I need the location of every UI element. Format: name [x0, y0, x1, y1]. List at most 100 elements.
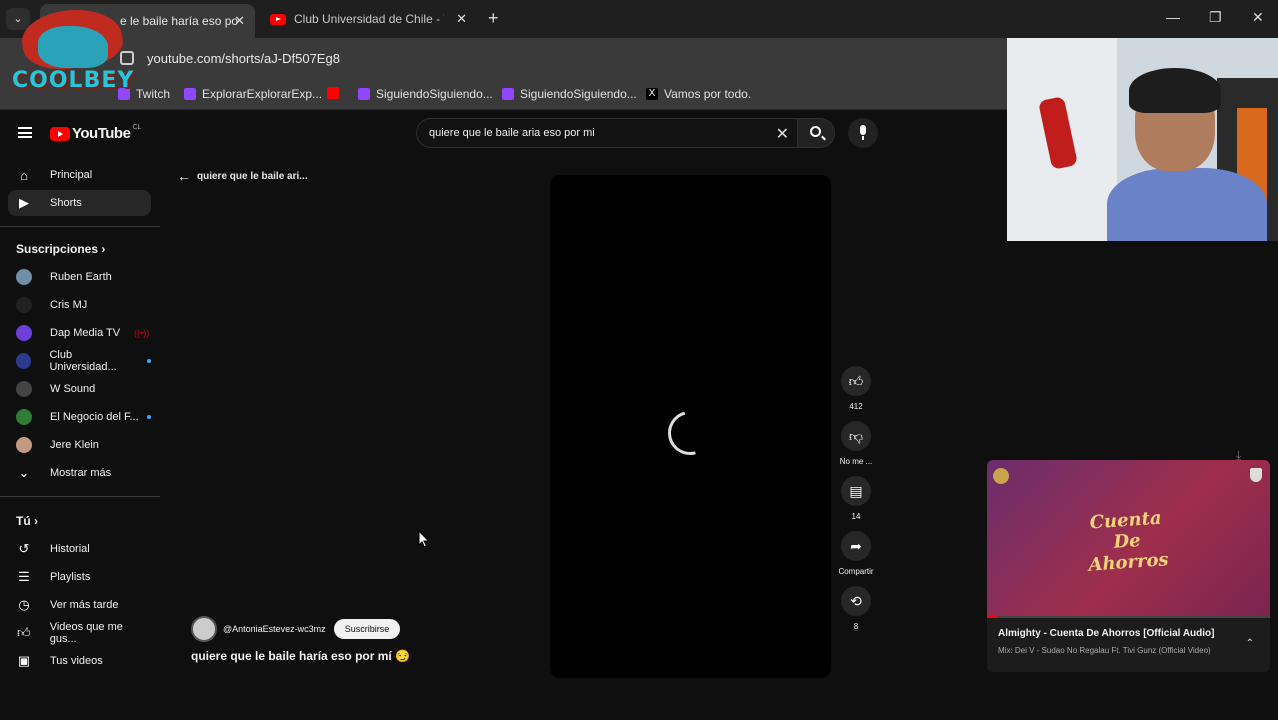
sidebar-item-cris-mj[interactable]: Cris MJ: [8, 292, 151, 318]
bookmark-youtube[interactable]: [327, 87, 345, 99]
comment-icon: ▤: [849, 482, 863, 499]
tab-club-universidad[interactable]: Club Universidad de Chile - You ✕: [262, 4, 477, 34]
url-field[interactable]: youtube.com/shorts/aJ-Df507Eg8: [147, 51, 340, 66]
back-to-search-link[interactable]: ← quiere que le baile ari...: [177, 168, 308, 184]
sidebar-item-jere-klein[interactable]: Jere Klein: [8, 432, 151, 458]
youtube-icon: [270, 13, 286, 25]
close-tab-icon[interactable]: ✕: [234, 13, 245, 29]
sidebar-item-label: Videos que me gus...: [49, 621, 123, 645]
youtube-logo[interactable]: YouTube CL: [50, 124, 142, 142]
menu-icon[interactable]: [18, 127, 32, 138]
comments-button[interactable]: ▤: [841, 476, 871, 506]
share-label: Compartir: [838, 567, 874, 576]
you-heading[interactable]: Tú ›: [16, 514, 38, 528]
sidebar-item-label: Club Universidad...: [49, 349, 117, 373]
subscriptions-heading[interactable]: Suscripciones ›: [16, 242, 105, 256]
search-button[interactable]: [797, 118, 835, 148]
remix-icon: ⟲: [850, 592, 862, 609]
sidebar-item-label: Historial: [50, 543, 90, 555]
search-query: quiere que le baile aria eso por mi: [429, 127, 595, 139]
sidebar-item-ver-mas-tarde[interactable]: ◷ Ver más tarde: [8, 592, 151, 618]
music-mini-player[interactable]: Cuenta De Ahorros Almighty - Cuenta De A…: [987, 460, 1270, 672]
close-window-icon[interactable]: ✕: [1252, 9, 1264, 26]
sidebar-item-historial[interactable]: ↺ Historial: [8, 536, 151, 562]
remix-action: ⟲ 8: [838, 586, 874, 631]
sidebar-item-label: Ruben Earth: [50, 271, 112, 283]
minimize-icon[interactable]: —: [1166, 9, 1180, 25]
sidebar-item-label: Dap Media TV: [50, 327, 121, 339]
sidebar-item-label: Mostrar más: [50, 467, 112, 479]
comments-action: ▤ 14: [838, 476, 874, 521]
new-tab-button[interactable]: +: [488, 8, 499, 29]
new-content-dot: [147, 359, 151, 363]
shield-icon: [1250, 468, 1262, 482]
close-tab-icon[interactable]: ✕: [456, 11, 467, 27]
remix-button[interactable]: ⟲: [841, 586, 871, 616]
progress-bar[interactable]: [987, 616, 1270, 618]
dislike-button[interactable]: 👎︎: [841, 421, 871, 451]
youtube-play-icon: [50, 126, 70, 141]
avatar: [16, 353, 32, 369]
sidebar: ⌂ Principal ▶ Shorts Suscripciones › Rub…: [0, 160, 160, 680]
history-icon: ↺: [18, 541, 30, 556]
remix-count: 8: [853, 622, 859, 631]
sidebar-item-label: Tus videos: [50, 655, 103, 667]
sidebar-show-more[interactable]: ⌄ Mostrar más: [8, 460, 151, 486]
channel-info: @AntoniaEstevez-wc3mz Suscribirse: [191, 616, 401, 642]
divider: [0, 496, 160, 497]
sidebar-item-tus-videos[interactable]: ▣ Tus videos: [8, 648, 151, 674]
track-title: Almighty - Cuenta De Ahorros [Official A…: [998, 628, 1215, 639]
sidebar-item-principal[interactable]: ⌂ Principal: [8, 162, 151, 188]
divider: [0, 226, 160, 227]
short-video-player[interactable]: [550, 175, 831, 678]
restore-icon[interactable]: ❐: [1209, 9, 1222, 26]
sidebar-item-label: Principal: [50, 169, 93, 181]
bookmark-explorar[interactable]: ExplorarExplorarExp...: [184, 87, 322, 101]
sidebar-item-ruben-earth[interactable]: Ruben Earth: [8, 264, 151, 290]
loading-spinner-icon: [659, 402, 721, 464]
like-button[interactable]: 👍︎: [841, 366, 871, 396]
country-code: CL: [132, 124, 142, 131]
voice-search-button[interactable]: [848, 118, 878, 148]
sidebar-item-w-sound[interactable]: W Sound: [8, 376, 151, 402]
sidebar-item-label: Cris MJ: [50, 299, 88, 311]
share-button[interactable]: ➦: [841, 531, 871, 561]
avatar: [16, 297, 32, 313]
youtube-icon: [327, 87, 339, 99]
dislike-action: 👎︎ No me ...: [838, 421, 874, 466]
twitch-icon: [358, 88, 370, 100]
channel-name[interactable]: @AntoniaEstevez-wc3mz: [223, 624, 326, 634]
clear-search-icon[interactable]: ✕: [776, 124, 789, 144]
sidebar-item-el-negocio[interactable]: El Negocio del F...: [8, 404, 151, 430]
bookmark-siguiendo-1[interactable]: SiguiendoSiguiendo...: [358, 87, 493, 101]
channel-avatar[interactable]: [191, 616, 217, 642]
clock-icon: ◷: [18, 597, 30, 612]
live-icon: ((•)): [134, 328, 150, 338]
sidebar-item-playlists[interactable]: ☰ Playlists: [8, 564, 151, 590]
search-input[interactable]: quiere que le baile aria eso por mi ✕: [416, 118, 798, 148]
sidebar-item-shorts[interactable]: ▶ Shorts: [8, 190, 151, 216]
thumbs-down-icon: 👎︎: [848, 427, 864, 444]
avatar: [16, 269, 32, 285]
album-cover: Cuenta De Ahorros: [987, 460, 1270, 617]
short-title: quiere que le baile haría eso por mí 😏: [191, 649, 411, 663]
sidebar-item-label: W Sound: [50, 383, 96, 395]
screen: ⌄ e le baile haría eso po ✕ Club Univers…: [0, 0, 1278, 720]
your-videos-icon: ▣: [17, 653, 31, 668]
bookmark-siguiendo-2[interactable]: SiguiendoSiguiendo...: [502, 87, 637, 101]
thumbs-up-icon: 👍︎: [848, 372, 864, 389]
sidebar-item-liked-videos[interactable]: 👍︎ Videos que me gus...: [8, 620, 151, 646]
avatar: [16, 325, 32, 341]
bookmark-x[interactable]: X Vamos por todo.: [646, 87, 751, 101]
expand-chevron-icon[interactable]: ⌃: [1246, 638, 1254, 649]
sidebar-item-label: El Negocio del F...: [50, 411, 139, 423]
sidebar-item-dap-media[interactable]: Dap Media TV ((•)): [8, 320, 151, 346]
tab-title: Club Universidad de Chile - You: [294, 12, 444, 26]
subscribe-button[interactable]: Suscribirse: [333, 619, 401, 639]
new-content-dot: [146, 415, 151, 419]
search-icon: [810, 126, 821, 137]
like-icon: 👍︎: [17, 625, 31, 640]
bookmark-label: Vamos por todo.: [664, 87, 752, 101]
sidebar-item-club-universidad[interactable]: Club Universidad...: [8, 348, 151, 374]
progress-fill: [987, 616, 999, 618]
